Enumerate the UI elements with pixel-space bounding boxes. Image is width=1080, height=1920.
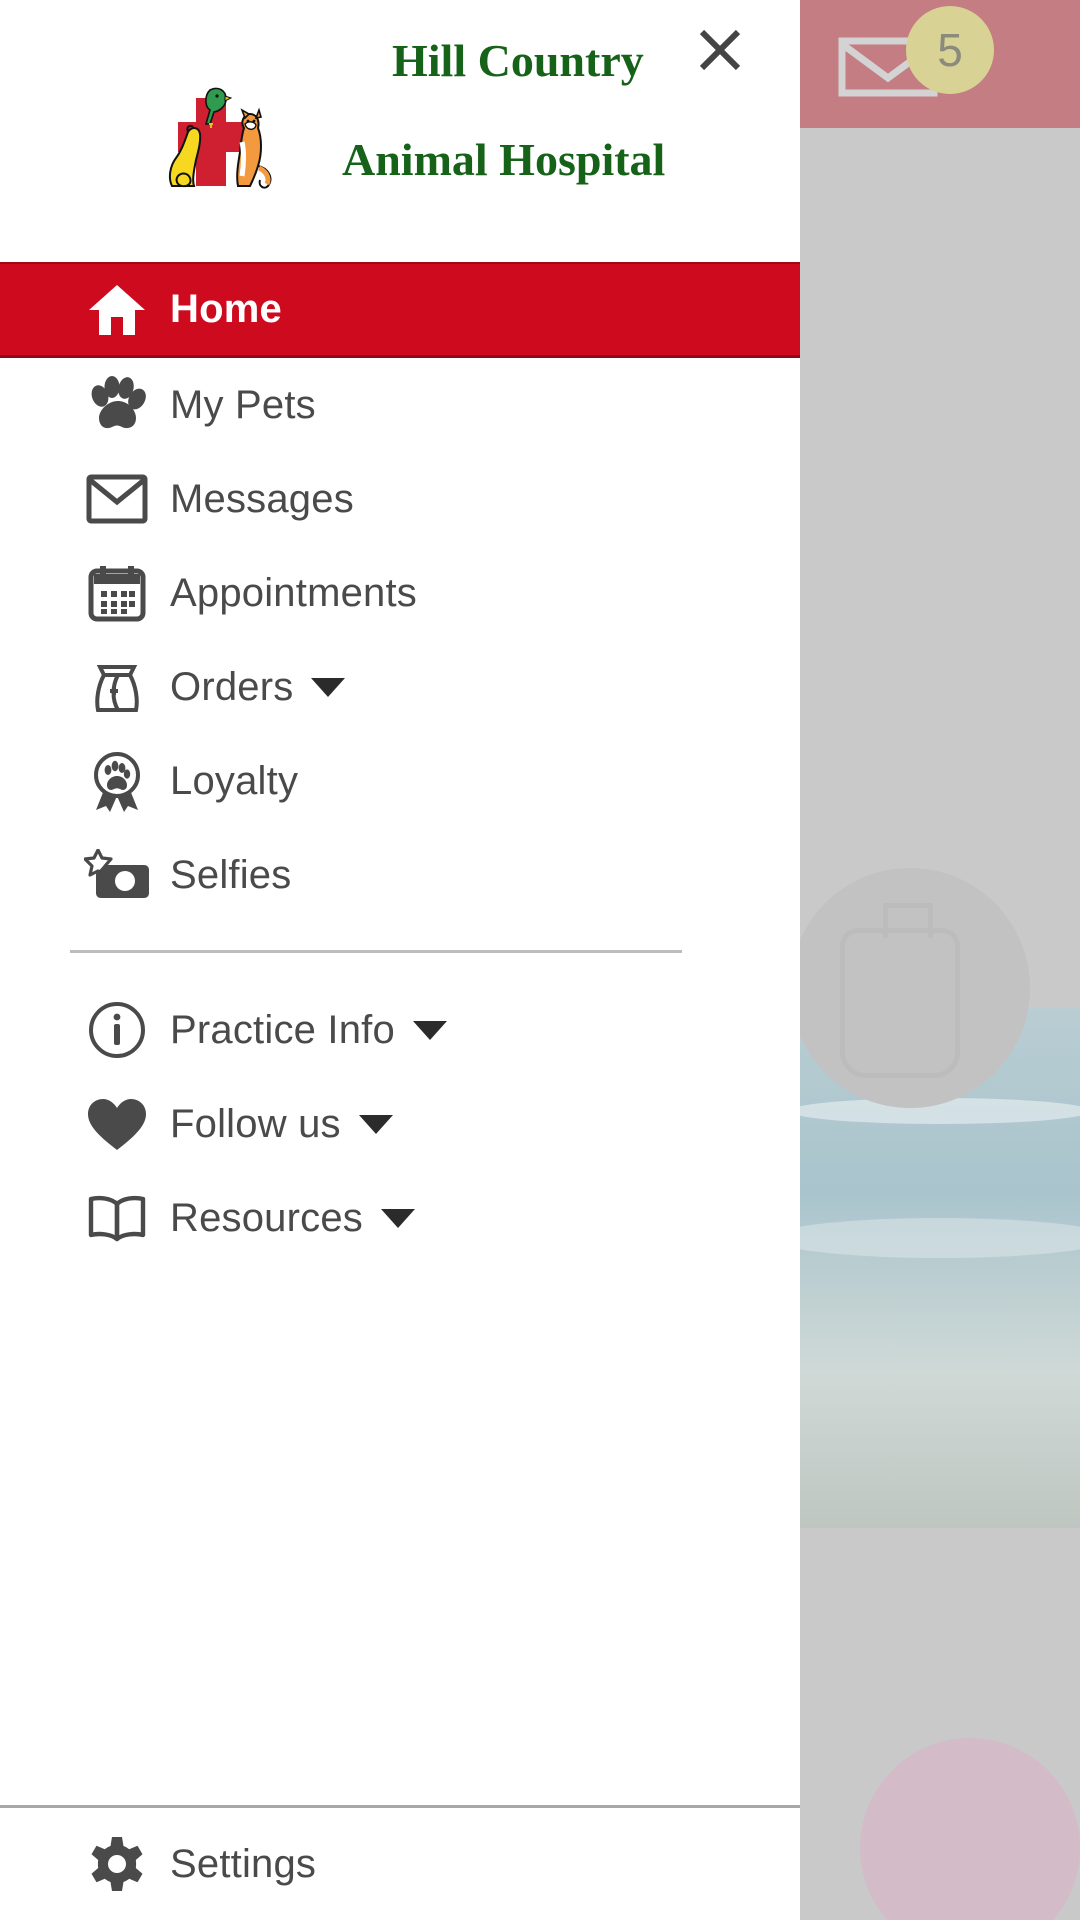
menu-item-follow-us[interactable]: Follow us [0,1077,800,1171]
menu-item-selfies[interactable]: Selfies [0,828,800,922]
drawer-scrim-background[interactable]: 5 [800,0,1080,1920]
menu-item-label: Orders [170,664,294,709]
home-icon [82,280,152,340]
menu-item-label: Home [170,287,282,331]
navigation-drawer: Hill Country Animal Hospital Home My Pet… [0,0,800,1920]
calendar-icon [82,563,152,623]
menu-item-label: My Pets [170,382,316,427]
background-blob-decoration [860,1738,1080,1920]
background-app-content [800,128,1080,1920]
menu-item-label: Messages [170,476,354,521]
drawer-footer: Settings [0,1805,800,1920]
camera-star-icon [82,845,152,905]
envelope-icon [82,469,152,529]
close-icon [699,29,741,71]
menu-section-divider [70,950,682,953]
menu-item-messages[interactable]: Messages [0,452,800,546]
practice-logo: Hill Country Animal Hospital [0,35,800,195]
chevron-down-icon[interactable] [311,677,346,697]
menu-item-resources[interactable]: Resources [0,1171,800,1265]
practice-name-line2: Animal Hospital [342,134,666,185]
menu-item-label: Practice Info [170,1007,395,1052]
info-circle-icon [82,1000,152,1060]
app-screen: 5 Hill Country Animal Hospital Home My P… [0,0,1080,1920]
hospital-logo-mark [152,80,282,190]
menu-item-home[interactable]: Home [0,262,800,358]
background-bottle-icon [840,903,960,1078]
drawer-menu: Home My Pets Messages Appointments Order… [0,262,800,1265]
book-icon [82,1188,152,1248]
menu-item-label: Loyalty [170,758,299,803]
award-paw-icon [82,751,152,812]
menu-item-my-pets[interactable]: My Pets [0,358,800,452]
practice-name-line1: Hill Country [392,34,644,86]
heart-icon [82,1094,152,1154]
menu-item-label: Appointments [170,570,417,615]
menu-item-loyalty[interactable]: Loyalty [0,734,800,828]
menu-item-settings[interactable]: Settings [0,1808,800,1920]
practice-name: Hill Country Animal Hospital [300,0,665,284]
menu-item-label: Follow us [170,1101,341,1146]
paw-icon [82,375,152,435]
menu-item-appointments[interactable]: Appointments [0,546,800,640]
chevron-down-icon[interactable] [381,1208,415,1228]
unread-count-badge: 5 [906,6,994,94]
menu-item-practice-info[interactable]: Practice Info [0,983,800,1077]
menu-item-label: Resources [170,1195,363,1240]
food-bag-icon [82,657,152,717]
menu-item-orders[interactable]: Orders [0,640,800,734]
menu-item-label: Selfies [170,852,292,897]
gear-icon [82,1834,152,1894]
chevron-down-icon[interactable] [412,1020,447,1040]
background-app-bar: 5 [800,0,1080,128]
chevron-down-icon[interactable] [358,1114,393,1134]
menu-item-label: Settings [170,1841,317,1886]
